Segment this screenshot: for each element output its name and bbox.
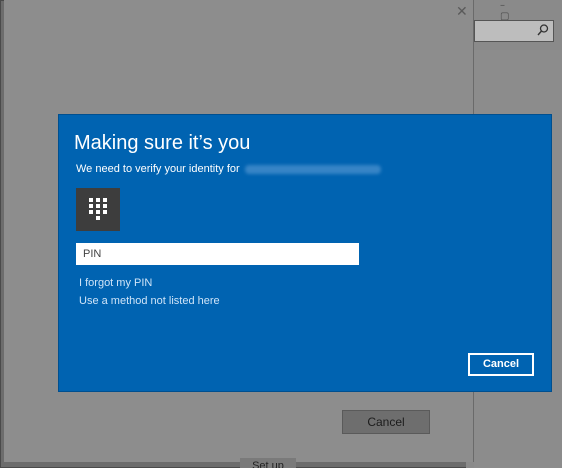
close-icon[interactable]: ✕ bbox=[456, 4, 468, 20]
pin-input[interactable]: PIN bbox=[76, 243, 359, 265]
setup-button[interactable]: Set up bbox=[240, 458, 296, 468]
keypad-tile bbox=[76, 188, 120, 231]
background-window-controls: – ▢ ✕ bbox=[500, 0, 528, 33]
forgot-pin-link[interactable]: I forgot my PIN bbox=[79, 277, 152, 289]
other-method-link[interactable]: Use a method not listed here bbox=[79, 295, 220, 307]
redacted-account bbox=[244, 164, 381, 174]
cancel-button[interactable]: Cancel bbox=[468, 353, 534, 376]
verify-identity-dialog: Making sure it’s you We need to verify y… bbox=[58, 114, 552, 392]
dialog-title: Making sure it’s you bbox=[74, 132, 251, 154]
keypad-icon bbox=[89, 198, 107, 220]
subtitle-text: We need to verify your identity for bbox=[76, 163, 240, 175]
pin-setup-cancel-button[interactable]: Cancel bbox=[342, 410, 430, 434]
dialog-subtitle: We need to verify your identity for bbox=[76, 163, 381, 175]
search-icon bbox=[536, 23, 550, 37]
background-search-box bbox=[474, 20, 554, 42]
